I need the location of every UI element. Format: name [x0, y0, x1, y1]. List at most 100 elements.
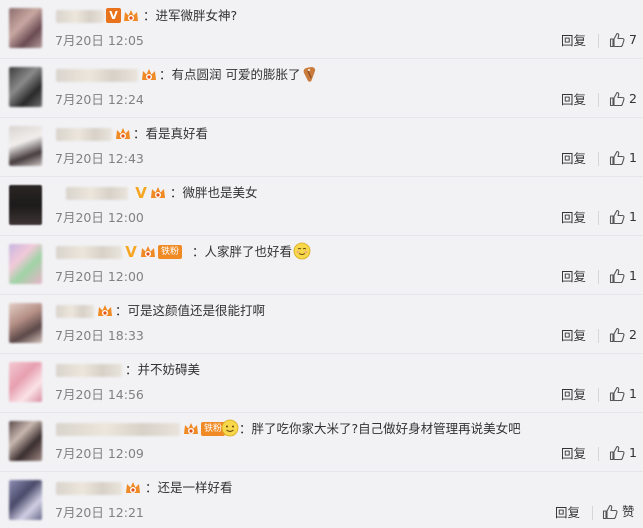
comment-item: ：并不妨碍美 7月20日 14:56 回复 1: [0, 354, 643, 413]
username[interactable]: [56, 305, 94, 318]
reply-button[interactable]: 回复: [561, 445, 586, 463]
comment-item: V ：进军微胖女神? 7月20日 12:05 回复 7: [0, 0, 643, 59]
like-button[interactable]: 7: [609, 31, 637, 49]
comment-item: V ：微胖也是美女 7月20日 12:00 回复 1: [0, 177, 643, 236]
avatar[interactable]: [9, 244, 42, 284]
comment-time: 7月20日 12:00: [55, 269, 144, 284]
user-badges: V 铁粉: [124, 242, 183, 261]
like-count: 1: [629, 268, 637, 283]
username[interactable]: [66, 187, 128, 200]
comment-text: ：并不妨碍美: [125, 362, 201, 377]
comment-time: 7月20日 18:33: [55, 328, 144, 343]
like-button[interactable]: 2: [609, 90, 637, 108]
smile-emoji-icon: [293, 242, 311, 260]
comment-time: 7月20日 12:00: [55, 210, 144, 225]
username[interactable]: [56, 423, 180, 436]
smile-emoji-icon: [221, 419, 239, 437]
user-badges: [96, 302, 114, 319]
user-badges: [140, 66, 158, 83]
user-badges: [124, 479, 142, 496]
like-count: 2: [629, 327, 637, 342]
divider: [598, 152, 599, 166]
like-count: 1: [629, 209, 637, 224]
reply-button[interactable]: 回复: [561, 327, 586, 345]
reply-button[interactable]: 回复: [561, 91, 586, 109]
comment-time: 7月20日 14:56: [55, 387, 144, 402]
username[interactable]: [56, 246, 122, 259]
like-button[interactable]: 1: [609, 385, 637, 403]
reply-button[interactable]: 回复: [555, 504, 580, 522]
like-count: 7: [629, 32, 637, 47]
thumbs-up-icon: [609, 91, 625, 107]
avatar[interactable]: [9, 8, 42, 48]
avatar[interactable]: [9, 480, 42, 520]
divider: [598, 93, 599, 107]
user-badges: [114, 125, 132, 142]
reply-button[interactable]: 回复: [561, 150, 586, 168]
comment-text: ：微胖也是美女: [170, 185, 258, 200]
comment-item: ：还是一样好看 7月20日 12:21 回复 赞: [0, 472, 643, 528]
thumbs-up-icon: [602, 504, 618, 520]
thumbs-up-icon: [609, 150, 625, 166]
like-button[interactable]: 1: [609, 208, 637, 226]
comment-item: ：有点圆润 可爱的膨胀了 7月20日 12:24 回复 2: [0, 59, 643, 118]
comment-time: 7月20日 12:05: [55, 33, 144, 48]
avatar[interactable]: [9, 185, 42, 225]
yellow-v-icon: V: [125, 242, 137, 261]
user-badges: 铁粉: [182, 420, 226, 437]
like-button[interactable]: 2: [609, 326, 637, 344]
bread-emoji-icon: [304, 66, 316, 82]
comment-text-content: ：胖了吃你家大米了?自己做好身材管理再说美女吧: [239, 421, 521, 436]
reply-button[interactable]: 回复: [561, 32, 586, 50]
divider: [598, 329, 599, 343]
avatar[interactable]: [9, 126, 42, 166]
comment-text: ：可是这颜值还是很能打啊: [115, 303, 266, 318]
like-button[interactable]: 1: [609, 149, 637, 167]
vip-crown-icon: [96, 302, 114, 319]
reply-button[interactable]: 回复: [561, 268, 586, 286]
username[interactable]: [56, 364, 122, 377]
vip-crown-icon: [122, 7, 140, 24]
thumbs-up-icon: [609, 268, 625, 284]
divider: [598, 211, 599, 225]
like-button[interactable]: 1: [609, 444, 637, 462]
like-button[interactable]: 赞: [602, 503, 635, 521]
divider: [598, 447, 599, 461]
avatar[interactable]: [9, 67, 42, 107]
comment-item: 铁粉 ：胖了吃你家大米了?自己做好身材管理再说美女吧 7月20日 12:09 回…: [0, 413, 643, 472]
vip-crown-icon: [140, 66, 158, 83]
comment-time: 7月20日 12:09: [55, 446, 144, 461]
comment-text: ：人家胖了也好看: [192, 242, 311, 262]
vip-crown-icon: [139, 243, 157, 260]
like-button[interactable]: 1: [609, 267, 637, 285]
username[interactable]: [56, 482, 122, 495]
username[interactable]: [56, 10, 104, 23]
reply-button[interactable]: 回复: [561, 209, 586, 227]
comment-time: 7月20日 12:24: [55, 92, 144, 107]
comment-text-content: ：人家胖了也好看: [192, 244, 293, 259]
comment-text: ：进军微胖女神?: [143, 8, 238, 23]
divider: [598, 270, 599, 284]
user-badges: V: [134, 184, 167, 201]
like-count: 1: [629, 386, 637, 401]
username[interactable]: [56, 69, 138, 82]
avatar[interactable]: [9, 362, 42, 402]
divider: [598, 34, 599, 48]
vip-crown-icon: [114, 125, 132, 142]
divider: [598, 388, 599, 402]
reply-button[interactable]: 回复: [561, 386, 586, 404]
thumbs-up-icon: [609, 327, 625, 343]
divider: [592, 506, 593, 520]
comment-item: ：看是真好看 7月20日 12:43 回复 1: [0, 118, 643, 177]
vip-crown-icon: [124, 479, 142, 496]
orange-v-icon: V: [106, 8, 121, 23]
comment-time: 7月20日 12:21: [55, 505, 144, 520]
comment-text: ：有点圆润 可爱的膨胀了: [159, 65, 319, 85]
comment-list: V ：进军微胖女神? 7月20日 12:05 回复 7 ：有点圆润 可爱的膨胀了…: [0, 0, 643, 528]
avatar[interactable]: [9, 303, 42, 343]
comment-time: 7月20日 12:43: [55, 151, 144, 166]
avatar[interactable]: [9, 421, 42, 461]
like-count: 1: [629, 445, 637, 460]
comment-item: ：可是这颜值还是很能打啊 7月20日 18:33 回复 2: [0, 295, 643, 354]
username[interactable]: [56, 128, 112, 141]
